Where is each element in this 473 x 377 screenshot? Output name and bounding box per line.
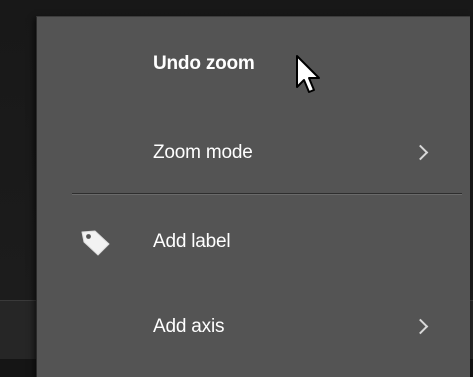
chevron-right-icon — [412, 318, 429, 335]
menu-item-label: Add axis — [153, 316, 225, 337]
mouse-pointer-icon — [295, 54, 325, 100]
menu-item-label: Undo zoom — [153, 53, 255, 74]
menu-item-add-label[interactable]: Add label — [37, 212, 470, 272]
tag-icon — [79, 228, 111, 256]
context-menu: Undo zoom Zoom mode Add label Add axis — [36, 16, 470, 377]
menu-item-zoom-mode[interactable]: Zoom mode — [37, 123, 470, 183]
menu-divider — [72, 193, 462, 195]
menu-item-add-axis[interactable]: Add axis — [37, 297, 470, 357]
menu-item-label: Add label — [153, 231, 231, 252]
chevron-right-icon — [412, 144, 429, 161]
menu-item-undo-zoom[interactable]: Undo zoom — [37, 34, 470, 94]
menu-item-label: Zoom mode — [153, 142, 253, 163]
